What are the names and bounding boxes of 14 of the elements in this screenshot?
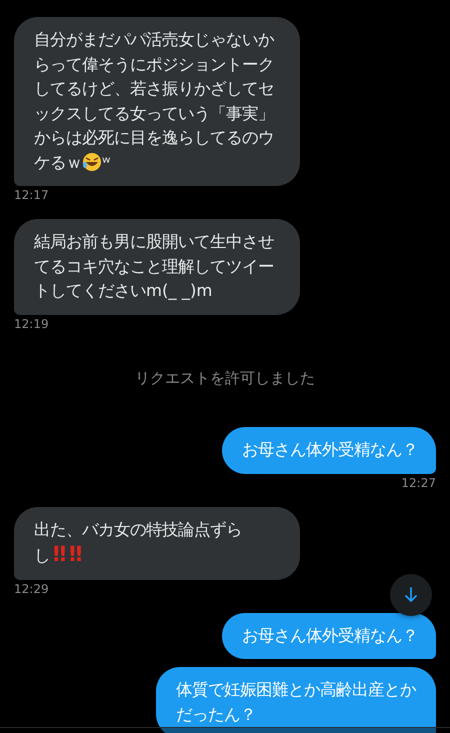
message-time: 12:29	[14, 582, 49, 596]
received-message: 結局お前も男に股開いて生中させてるコキ穴なこと理解してツイートしてくださいm(_ _)m	[14, 219, 300, 314]
message-time: 12:27	[401, 476, 436, 490]
sent-message: 体質で妊娠困難とか高齢出産とかだったん？	[156, 667, 436, 733]
down-arrow-icon	[404, 587, 418, 603]
sent-message: お母さん体外受精なん？	[222, 612, 436, 659]
received-message: 自分がまだパパ活売女じゃないからって偉そうにポジショントークしてるけど、若さ振りかざしてセックスしてる女っていう「事実」からは必死に目を逸らしてるのウケるｗ ʷ	[14, 17, 300, 186]
received-message: 出た、バカ女の特技論点ずらし‼‼	[14, 506, 300, 580]
message-time: 12:17	[14, 188, 49, 202]
laughing-emoji-icon	[82, 152, 102, 172]
scroll-down-button[interactable]	[390, 574, 432, 616]
system-notice: リクエストを許可しました	[134, 368, 316, 388]
message-time: 12:19	[14, 316, 49, 330]
sent-message: お母さん体外受精なん？	[222, 427, 436, 474]
